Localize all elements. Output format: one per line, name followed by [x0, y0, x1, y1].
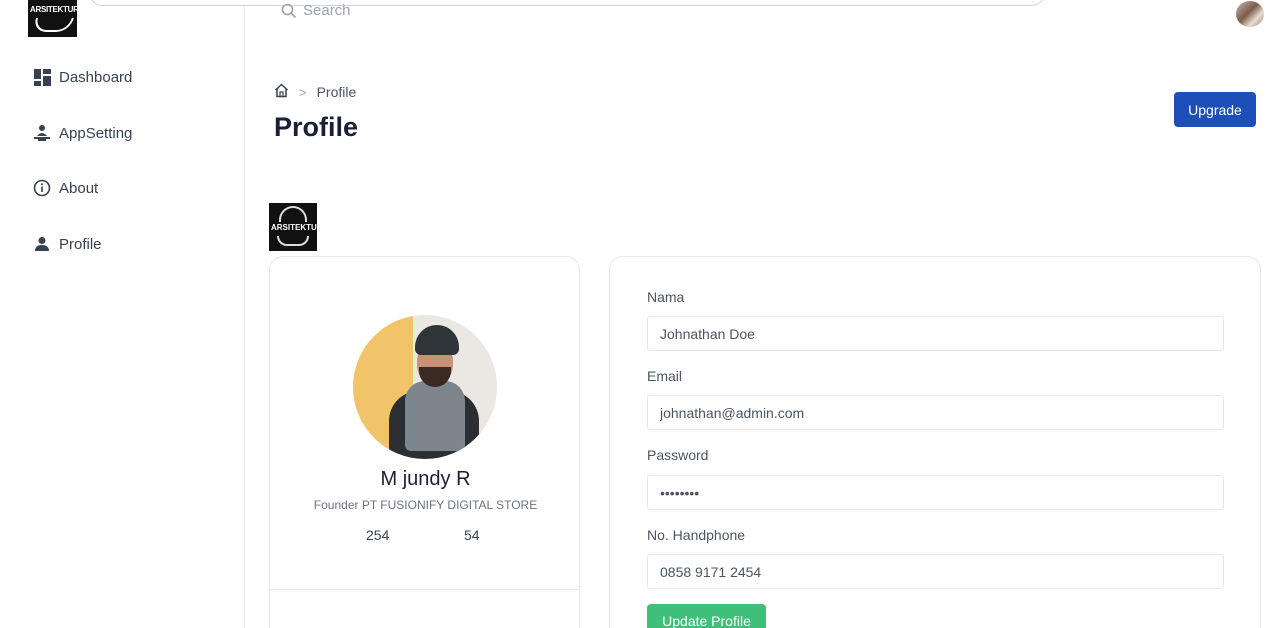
profile-photo [353, 315, 497, 459]
profile-card: M jundy R Founder PT FUSIONIFY DIGITAL S… [269, 256, 580, 628]
logo-arch [279, 206, 307, 222]
password-label: Password [647, 447, 709, 463]
profile-role: Founder PT FUSIONIFY DIGITAL STORE [313, 498, 538, 512]
update-profile-button[interactable]: Update Profile [647, 604, 766, 628]
content-logo-text: ARSITEKTUR [271, 223, 317, 232]
logo-swoosh [32, 18, 74, 32]
sidebar-item-label: Profile [59, 235, 102, 253]
breadcrumb-current: Profile [316, 84, 357, 100]
search-input[interactable]: Search [281, 2, 351, 19]
name-label: Nama [647, 289, 685, 305]
page-title: Profile [274, 112, 359, 142]
info-circle-icon [33, 179, 51, 197]
phone-label: No. Handphone [647, 527, 746, 543]
user-icon [33, 235, 51, 253]
dashboard-grid-icon [33, 68, 51, 86]
name-field[interactable] [647, 316, 1224, 351]
avatar[interactable] [1236, 1, 1264, 27]
brand-logo[interactable]: ARSITEKTUR [28, 0, 77, 37]
search-placeholder: Search [303, 2, 351, 19]
brand-logo-text: ARSITEKTUR [30, 5, 77, 14]
chevron-right-icon: > [299, 84, 307, 100]
search-icon [281, 3, 297, 18]
profile-name: M jundy R [380, 468, 471, 490]
divider [270, 589, 579, 590]
topbar: Search [245, 0, 1280, 28]
breadcrumb: > Profile [274, 83, 356, 101]
sidebar-item-dashboard[interactable]: Dashboard [33, 66, 132, 88]
content-logo-image: ARSITEKTUR [269, 203, 317, 251]
sidebar-item-profile[interactable]: Profile [33, 233, 102, 255]
email-label: Email [647, 368, 683, 384]
profile-stat-1: 254 [366, 527, 390, 543]
sidebar-item-about[interactable]: About [33, 177, 98, 199]
upgrade-button[interactable]: Upgrade [1174, 92, 1256, 127]
sidebar-item-label: About [59, 179, 99, 197]
sidebar-item-appsetting[interactable]: AppSetting [33, 122, 132, 144]
profile-form-card: Nama Email Password No. Handphone Update… [609, 256, 1261, 628]
sidebar-item-label: Dashboard [59, 68, 133, 86]
sidebar: ARSITEKTUR Dashboard AppSetting About Pr… [0, 0, 245, 628]
sidebar-item-label: AppSetting [59, 124, 133, 142]
home-icon[interactable] [274, 83, 289, 101]
password-field[interactable] [647, 475, 1224, 510]
profile-stat-2: 54 [464, 527, 480, 543]
email-field[interactable] [647, 395, 1224, 430]
photo-scarf [405, 381, 465, 451]
person-desk-icon [33, 124, 51, 142]
logo-swoosh [277, 236, 309, 246]
phone-field[interactable] [647, 554, 1224, 589]
